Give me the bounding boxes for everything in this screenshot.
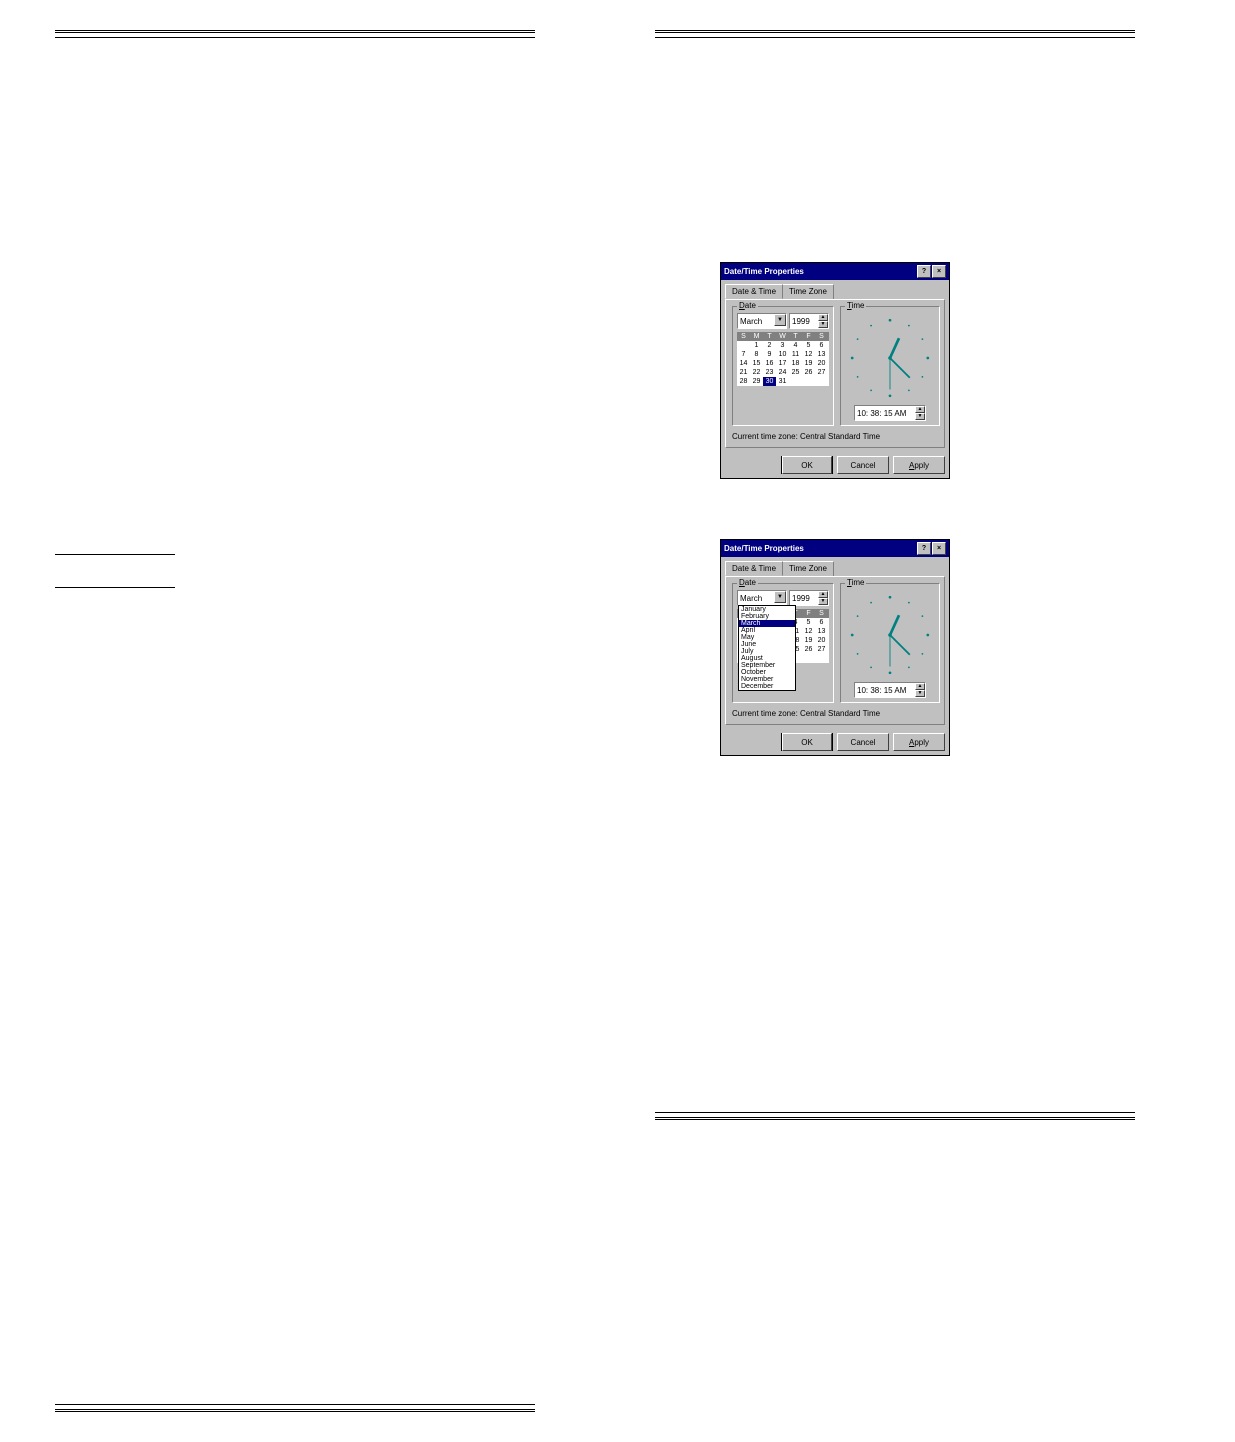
list-item[interactable]: June <box>739 641 795 648</box>
date-group: Date March ▼ 1999 ▲▼ <box>732 306 834 426</box>
help-button[interactable]: ? <box>917 542 931 555</box>
list-item[interactable]: August <box>739 655 795 662</box>
month-dropdown-open[interactable]: March ▼ January February March April May… <box>737 590 787 606</box>
dialog-title: Date/Time Properties <box>724 544 804 553</box>
date-time-properties-dialog-expanded: Date/Time Properties ? × Date & Time Tim… <box>720 539 950 756</box>
calendar-header: SMTWTFS <box>737 332 829 341</box>
analog-clock <box>845 313 935 403</box>
up-arrow-icon[interactable]: ▲ <box>915 683 925 690</box>
left-column <box>55 30 535 1412</box>
ok-button[interactable]: OK <box>781 456 833 474</box>
separator-line <box>55 554 175 555</box>
year-value: 1999 <box>792 317 810 326</box>
titlebar: Date/Time Properties ? × <box>721 263 949 280</box>
cancel-button[interactable]: Cancel <box>837 456 889 474</box>
list-item[interactable]: November <box>739 676 795 683</box>
calendar-body[interactable]: 123456 78910111213 14151617181920 212223… <box>737 341 829 386</box>
tab-date-time[interactable]: Date & Time <box>725 561 783 576</box>
time-input[interactable]: 10: 38: 15 AM ▲▼ <box>854 405 926 421</box>
month-value: March <box>740 594 762 603</box>
time-group: Time 10: 3 <box>840 583 940 703</box>
list-item[interactable]: December <box>739 683 795 690</box>
dialog-title: Date/Time Properties <box>724 267 804 276</box>
down-arrow-icon[interactable]: ▼ <box>818 321 828 328</box>
list-item[interactable]: October <box>739 669 795 676</box>
chevron-down-icon[interactable]: ▼ <box>774 314 786 326</box>
date-time-properties-dialog: Date/Time Properties ? × Date & Time Tim… <box>720 262 950 479</box>
help-button[interactable]: ? <box>917 265 931 278</box>
time-value: 10: 38: 15 AM <box>857 409 906 418</box>
up-arrow-icon[interactable]: ▲ <box>915 406 925 413</box>
list-item[interactable]: February <box>739 613 795 620</box>
tab-time-zone[interactable]: Time Zone <box>782 561 834 576</box>
month-dropdown-list[interactable]: January February March April May June Ju… <box>738 605 796 691</box>
list-item-selected[interactable]: March <box>739 620 795 627</box>
analog-clock <box>845 590 935 680</box>
year-value: 1999 <box>792 594 810 603</box>
date-group: Date March ▼ January February March <box>732 583 834 703</box>
ok-button[interactable]: OK <box>781 733 833 751</box>
timezone-status: Current time zone: Central Standard Time <box>732 432 938 441</box>
cancel-button[interactable]: Cancel <box>837 733 889 751</box>
year-spinner[interactable]: 1999 ▲▼ <box>789 313 829 329</box>
chevron-down-icon[interactable]: ▼ <box>774 591 786 603</box>
titlebar: Date/Time Properties ? × <box>721 540 949 557</box>
list-item[interactable]: July <box>739 648 795 655</box>
down-arrow-icon[interactable]: ▼ <box>818 598 828 605</box>
up-arrow-icon[interactable]: ▲ <box>818 314 828 321</box>
close-button[interactable]: × <box>932 542 946 555</box>
list-item[interactable]: April <box>739 627 795 634</box>
apply-button[interactable]: Apply <box>893 456 945 474</box>
close-button[interactable]: × <box>932 265 946 278</box>
timezone-status: Current time zone: Central Standard Time <box>732 709 938 718</box>
month-value: March <box>740 317 762 326</box>
time-input[interactable]: 10: 38: 15 AM ▲▼ <box>854 682 926 698</box>
date-label: ate <box>745 301 756 310</box>
year-spinner[interactable]: 1999 ▲▼ <box>789 590 829 606</box>
separator-line <box>55 587 175 588</box>
list-item[interactable]: May <box>739 634 795 641</box>
down-arrow-icon[interactable]: ▼ <box>915 413 925 420</box>
tab-date-time[interactable]: Date & Time <box>725 284 783 299</box>
list-item[interactable]: September <box>739 662 795 669</box>
time-label: ime <box>852 301 865 310</box>
right-column: Date/Time Properties ? × Date & Time Tim… <box>655 30 1135 1412</box>
time-value: 10: 38: 15 AM <box>857 686 906 695</box>
up-arrow-icon[interactable]: ▲ <box>818 591 828 598</box>
down-arrow-icon[interactable]: ▼ <box>915 690 925 697</box>
apply-button[interactable]: Apply <box>893 733 945 751</box>
selected-day: 30 <box>763 377 776 386</box>
tab-time-zone[interactable]: Time Zone <box>782 284 834 299</box>
month-dropdown[interactable]: March ▼ <box>737 313 787 329</box>
time-group: Time 10: 3 <box>840 306 940 426</box>
list-item[interactable]: January <box>739 606 795 613</box>
